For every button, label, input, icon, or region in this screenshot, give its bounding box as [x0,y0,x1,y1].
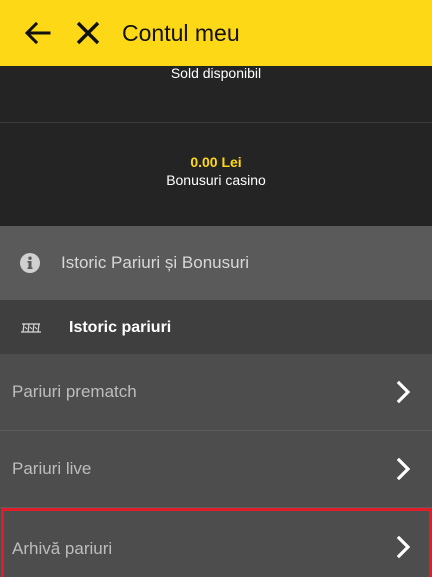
ticket-icon [21,323,41,333]
menu-item-label: Arhivă pariuri [12,539,113,558]
arrow-left-icon [24,21,51,45]
section-title: Istoric pariuri [69,319,172,336]
chevron-right-icon [396,457,411,481]
chevron-right-icon [396,380,411,404]
history-section-row[interactable]: Istoric Pariuri și Bonusuri [0,226,432,300]
casino-bonus-label: Bonusuri casino [166,172,266,188]
menu-item-live-bets[interactable]: Pariuri live [0,431,432,508]
close-icon [76,21,100,45]
bet-history-header: Istoric pariuri [0,300,432,354]
close-button[interactable] [72,17,104,49]
back-button[interactable] [22,17,54,49]
menu-item-label: Pariuri live [12,459,92,478]
balance-panel: Sold disponibil 0.00 Lei Bonusuri casino [0,65,432,226]
menu-item-label: Pariuri prematch [12,382,137,401]
chevron-right-icon [396,535,411,559]
page-title: Contul meu [122,20,240,46]
divider [0,122,432,123]
available-balance-label: Sold disponibil [170,65,262,81]
top-bar: Contul meu [0,0,432,66]
casino-bonus-amount: 0.00 Lei [190,154,242,170]
menu-item-prematch-bets[interactable]: Pariuri prematch [0,354,432,431]
history-label: Istoric Pariuri și Bonusuri [61,253,250,272]
account-screen: Contul meu Sold disponibil 0.00 Lei Bonu… [0,0,432,577]
info-icon [20,253,40,273]
menu-item-bet-archive[interactable]: Arhivă pariuri [0,508,432,577]
